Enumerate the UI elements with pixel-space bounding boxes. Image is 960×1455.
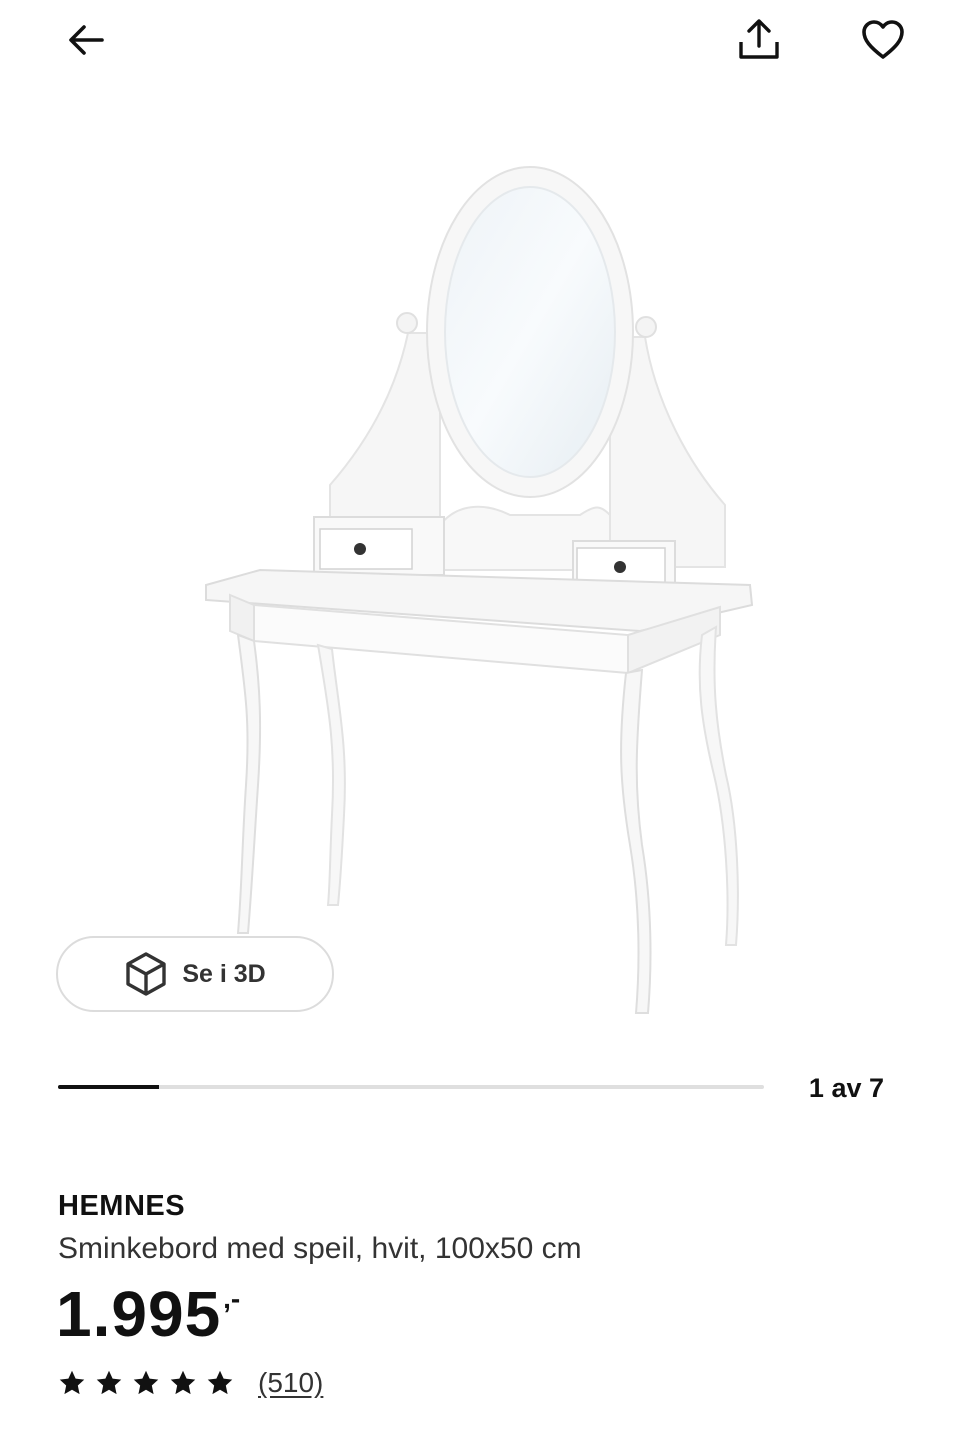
mirror-glass <box>444 186 616 478</box>
price-suffix: ,- <box>223 1283 241 1314</box>
product-price: 1.995 ,- <box>56 1276 240 1352</box>
share-upload-icon <box>739 19 779 59</box>
review-count-link[interactable]: (510) <box>258 1366 323 1400</box>
arrow-left-icon <box>69 25 104 55</box>
product-description: Sminkebord med speil, hvit, 100x50 cm <box>58 1232 582 1265</box>
favorite-button[interactable] <box>853 10 913 70</box>
gallery-progress[interactable] <box>58 1085 764 1089</box>
price-value: 1.995 <box>56 1278 222 1350</box>
cube-icon <box>126 952 167 996</box>
gallery-pager: 1 av 7 <box>808 1073 884 1103</box>
view-in-3d-button[interactable]: Se i 3D <box>56 936 334 1012</box>
leg-back-right <box>698 625 739 946</box>
star-icon <box>59 1370 85 1395</box>
view-in-3d-label: Se i 3D <box>182 959 266 988</box>
heart-outline-icon <box>862 20 904 59</box>
share-button[interactable] <box>729 10 789 70</box>
star-icon <box>207 1370 233 1395</box>
star-icon <box>133 1370 159 1395</box>
gallery-progress-fill <box>58 1085 159 1089</box>
product-image[interactable] <box>190 165 770 1025</box>
product-name: HEMNES <box>58 1190 186 1222</box>
rating-stars <box>58 1369 234 1397</box>
leg-front-left <box>236 633 262 934</box>
leg-back-left <box>316 643 346 906</box>
product-rating[interactable]: (510) <box>58 1366 323 1400</box>
leg-front-right <box>620 668 652 1014</box>
star-icon <box>96 1370 122 1395</box>
back-button[interactable] <box>56 10 116 70</box>
star-icon <box>170 1370 196 1395</box>
